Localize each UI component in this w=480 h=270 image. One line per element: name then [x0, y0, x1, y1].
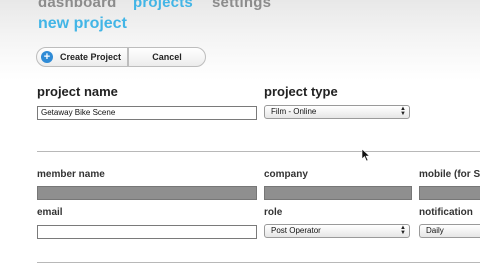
create-project-label: Create Project [60, 52, 122, 62]
role-value: Post Operator [271, 226, 321, 235]
page-title: new project [38, 15, 127, 32]
plus-icon: + [41, 51, 53, 63]
nav-settings[interactable]: settings [212, 0, 271, 11]
cancel-label: Cancel [152, 52, 182, 62]
section-divider [37, 151, 480, 152]
member-name-label: member name [37, 169, 105, 180]
company-label: company [264, 169, 308, 180]
select-arrows-icon: ▲ ▼ [400, 106, 406, 117]
notification-value: Daily [426, 226, 444, 235]
project-name-label: project name [37, 84, 118, 99]
nav-projects[interactable]: projects [133, 0, 193, 11]
mobile-input[interactable] [419, 186, 480, 200]
mobile-label: mobile (for S [419, 169, 480, 180]
company-input[interactable] [264, 186, 412, 200]
notification-label: notification [419, 207, 473, 218]
header-band [0, 0, 480, 80]
select-arrows-icon: ▲ ▼ [400, 225, 406, 236]
email-label: email [37, 207, 63, 218]
project-type-label: project type [264, 84, 338, 99]
project-type-value: Film - Online [271, 107, 317, 116]
nav-dashboard[interactable]: dashboard [38, 0, 116, 11]
project-type-select[interactable]: Film - Online ▲ ▼ [264, 105, 410, 119]
role-label: role [264, 207, 283, 218]
member-name-input[interactable] [37, 186, 257, 200]
cancel-button[interactable]: Cancel [128, 47, 206, 67]
role-select[interactable]: Post Operator ▲ ▼ [264, 224, 410, 238]
bottom-divider [37, 262, 480, 263]
email-input[interactable] [37, 225, 257, 239]
mouse-cursor-icon [361, 148, 371, 162]
project-name-input[interactable]: Getaway Bike Scene [37, 106, 257, 120]
notification-select[interactable]: Daily [419, 224, 480, 238]
create-project-button[interactable]: + Create Project [36, 47, 128, 67]
